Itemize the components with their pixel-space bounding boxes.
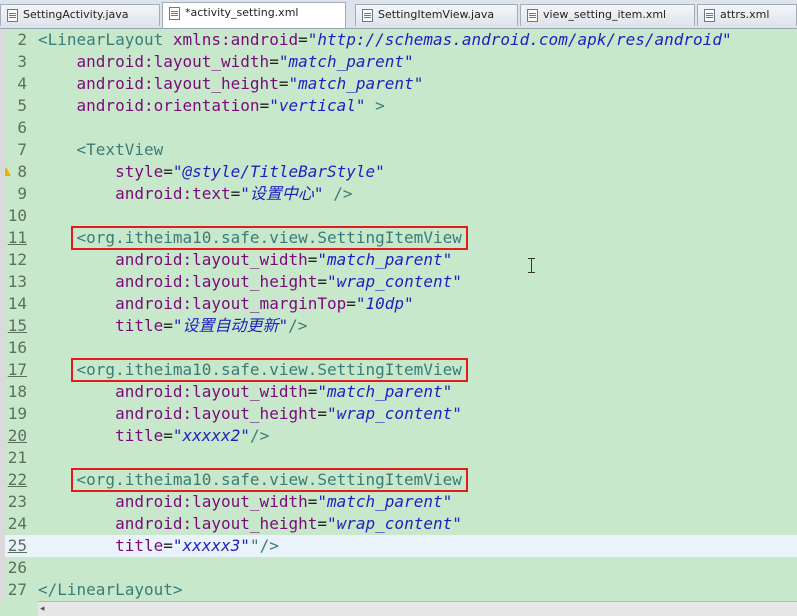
code-text: <LinearLayout xmlns:android="http://sche…	[38, 30, 732, 49]
code-text: android:layout_marginTop="10dp"	[115, 294, 414, 313]
highlight-box	[71, 226, 468, 250]
code-text: title="设置自动更新"/>	[115, 316, 308, 335]
code-line[interactable]: 25 title="xxxxx3""/>	[0, 535, 797, 557]
code-line[interactable]: 26	[0, 557, 797, 579]
code-text: android:text="设置中心" />	[115, 184, 353, 203]
code-text: android:layout_height="match_parent"	[76, 74, 424, 93]
code-editor[interactable]: 2 <LinearLayout xmlns:android="http://sch…	[0, 29, 797, 601]
text-cursor-icon	[528, 258, 535, 273]
code-text: android:orientation="vertical" >	[76, 96, 385, 115]
code-line[interactable]: 4 android:layout_height="match_parent"	[0, 73, 797, 95]
code-text: android:layout_height="wrap_content"	[115, 272, 462, 291]
code-line[interactable]: 8 style="@style/TitleBarStyle"	[0, 161, 797, 183]
editor-tab[interactable]: SettingActivity.java	[0, 4, 160, 26]
code-line[interactable]: 15 title="设置自动更新"/>	[0, 315, 797, 337]
file-icon	[7, 8, 18, 22]
code-text: title="xxxxx3""/>	[115, 536, 279, 555]
code-line[interactable]: 3 android:layout_width="match_parent"	[0, 51, 797, 73]
code-text: title="xxxxx2"/>	[115, 426, 270, 445]
code-text: <TextView	[76, 140, 164, 159]
highlight-box	[71, 468, 468, 492]
code-line[interactable]: 27 </LinearLayout>	[0, 579, 797, 601]
editor-tab-bar: SettingActivity.java *activity_setting.xm…	[0, 0, 797, 29]
code-text: android:layout_height="wrap_content"	[115, 404, 462, 423]
editor-tab[interactable]: SettingItemView.java	[355, 4, 518, 26]
code-line[interactable]: 16	[0, 337, 797, 359]
editor-tab-label: SettingActivity.java	[23, 8, 129, 21]
code-line[interactable]: 10	[0, 205, 797, 227]
file-icon	[362, 8, 373, 22]
code-line[interactable]: 6	[0, 117, 797, 139]
editor-tab[interactable]: *activity_setting.xml	[162, 2, 346, 28]
code-text: android:layout_width="match_parent"	[76, 52, 414, 71]
overview-ruler	[0, 29, 5, 601]
code-text: style="@style/TitleBarStyle"	[115, 162, 385, 181]
code-line[interactable]: 2 <LinearLayout xmlns:android="http://sch…	[0, 29, 797, 51]
file-icon	[527, 8, 538, 22]
code-text: android:layout_width="match_parent"	[115, 492, 453, 511]
code-line[interactable]: 18 android:layout_width="match_parent"	[0, 381, 797, 403]
editor-tab-label: SettingItemView.java	[378, 8, 495, 21]
horizontal-scrollbar[interactable]: ◂	[38, 601, 797, 616]
code-line[interactable]: 13 android:layout_height="wrap_content"	[0, 271, 797, 293]
code-line[interactable]: 20 title="xxxxx2"/>	[0, 425, 797, 447]
scroll-corner	[0, 601, 38, 615]
editor-tab[interactable]: view_setting_item.xml	[520, 4, 695, 26]
code-line[interactable]: 19 android:layout_height="wrap_content"	[0, 403, 797, 425]
editor-tab-label: view_setting_item.xml	[543, 8, 667, 21]
highlight-box	[71, 358, 468, 382]
editor-tab-label: *activity_setting.xml	[185, 6, 299, 19]
file-icon	[704, 8, 715, 22]
code-line[interactable]: 23 android:layout_width="match_parent"	[0, 491, 797, 513]
code-line[interactable]: 7 <TextView	[0, 139, 797, 161]
code-line[interactable]: 24 android:layout_height="wrap_content"	[0, 513, 797, 535]
code-line[interactable]: 14 android:layout_marginTop="10dp"	[0, 293, 797, 315]
code-text: android:layout_width="match_parent"	[115, 382, 453, 401]
code-text: android:layout_width="match_parent"	[115, 250, 453, 269]
editor-tab-label: attrs.xml	[720, 8, 770, 21]
code-line[interactable]: 9 android:text="设置中心" />	[0, 183, 797, 205]
editor-tab[interactable]: attrs.xml	[697, 4, 797, 26]
scroll-left-icon[interactable]: ◂	[40, 604, 50, 614]
code-line[interactable]: 21	[0, 447, 797, 469]
file-icon	[169, 6, 180, 20]
code-text: </LinearLayout>	[38, 580, 183, 599]
code-line[interactable]: 5 android:orientation="vertical" >	[0, 95, 797, 117]
code-text: android:layout_height="wrap_content"	[115, 514, 462, 533]
code-line[interactable]: 12 android:layout_width="match_parent"	[0, 249, 797, 271]
